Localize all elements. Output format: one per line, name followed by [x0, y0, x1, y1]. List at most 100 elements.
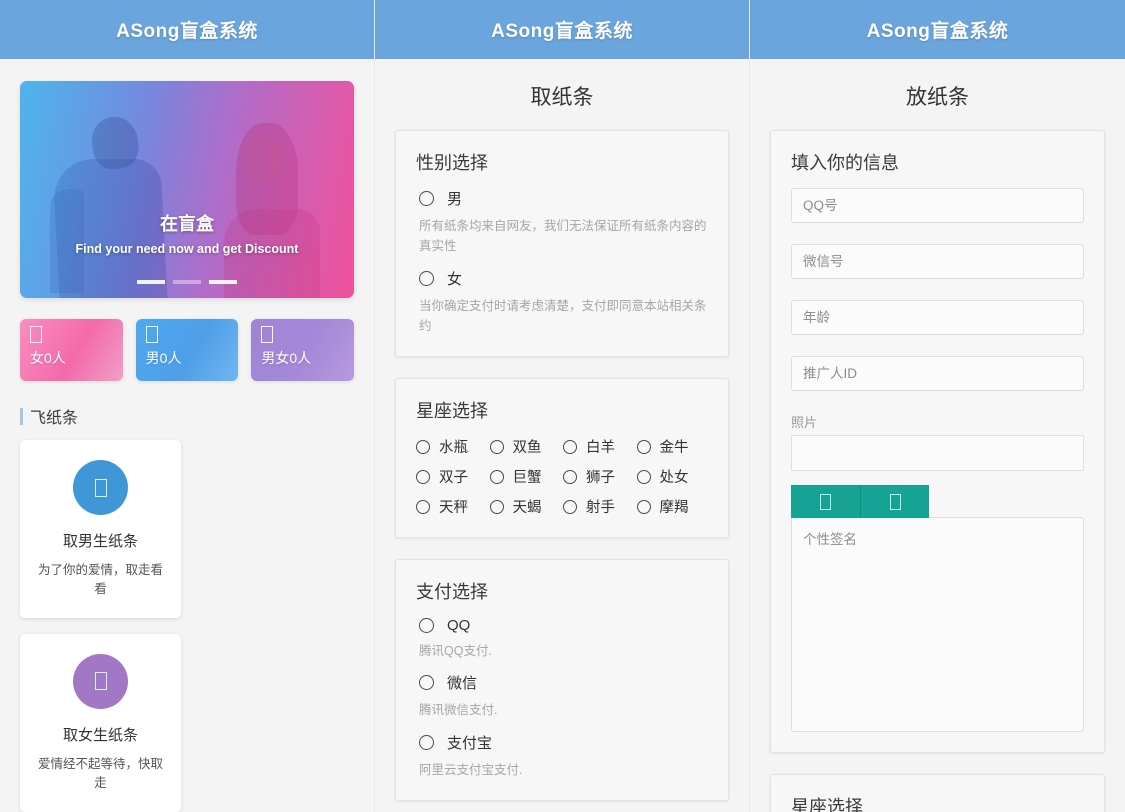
panel-zodiac-select-post: 星座选择 [770, 774, 1105, 812]
app-title: ASong盲盒系统 [866, 21, 1009, 42]
photo-upload-button[interactable] [860, 485, 929, 518]
radio-label: 女 [447, 270, 463, 288]
pane-body-right: 放纸条 填入你的信息 照片 [750, 59, 1125, 812]
radio-option-female[interactable]: 女 [419, 268, 708, 289]
pane-home: ASong盲盒系统 在盲盒 Find your need now and get… [0, 0, 375, 812]
card-desc: 爱情经不起等待，快取走 [37, 756, 163, 791]
zodiac-option[interactable]: 天蝎 [489, 496, 562, 517]
radio-label: QQ [447, 617, 471, 634]
card-take-male-note[interactable]: 取男生纸条 为了你的爱情，取走看看 [20, 440, 181, 618]
radio-option-qq[interactable]: QQ [419, 617, 708, 634]
radio-icon[interactable] [416, 499, 430, 514]
zodiac-option[interactable]: 金牛 [636, 436, 709, 457]
zodiac-option[interactable]: 摩羯 [636, 496, 709, 517]
helper-text-alipay: 阿里云支付宝支付. [419, 762, 523, 777]
photo-action-buttons [791, 485, 1084, 518]
hero-subtitle: Find your need now and get Discount [75, 242, 299, 256]
panel-title: 性别选择 [416, 153, 488, 173]
zodiac-label: 狮子 [586, 470, 615, 486]
panel-zodiac-select: 星座选择 水瓶 双鱼 白羊 金牛 双子 巨蟹 狮子 处女 天秤 天蝎 射手 摩羯 [395, 378, 729, 538]
panel-title: 支付选择 [416, 582, 488, 602]
zodiac-option[interactable]: 射手 [563, 496, 635, 517]
section-title-label: 飞纸条 [30, 410, 79, 427]
zodiac-label: 处女 [659, 470, 689, 486]
hero-carousel[interactable]: 在盲盒 Find your need now and get Discount [0, 59, 374, 298]
zodiac-option[interactable]: 白羊 [563, 436, 635, 457]
radio-icon[interactable] [419, 270, 434, 286]
panel-gender-select: 性别选择 男 所有纸条均来自网友，我们无法保证所有纸条内容的真实性 女 当你确定… [395, 130, 729, 357]
stat-badge-male[interactable]: 男0人 [135, 319, 239, 381]
zodiac-option[interactable]: 天秤 [416, 496, 488, 517]
pane-post-note: ASong盲盒系统 放纸条 填入你的信息 照片 [750, 0, 1125, 812]
radio-icon[interactable] [419, 675, 434, 691]
carousel-indicators[interactable] [20, 280, 354, 284]
section-title-notes: 飞纸条 [20, 404, 374, 428]
radio-icon[interactable] [636, 439, 651, 454]
app-title: ASong盲盒系统 [116, 21, 258, 42]
zodiac-label: 双鱼 [512, 440, 542, 456]
pane-take-note: ASong盲盒系统 取纸条 性别选择 男 所有纸条均来自网友，我们无法保证所有纸… [375, 0, 750, 812]
radio-icon[interactable] [636, 469, 651, 484]
radio-option-wechat[interactable]: 微信 [419, 672, 708, 693]
radio-option-alipay[interactable]: 支付宝 [419, 732, 708, 753]
radio-icon[interactable] [489, 469, 504, 484]
zodiac-option[interactable]: 处女 [636, 466, 709, 487]
panel-title: 星座选择 [416, 401, 488, 421]
radio-icon[interactable] [563, 469, 577, 484]
zodiac-label: 巨蟹 [512, 470, 542, 486]
tofu-icon [94, 478, 107, 497]
radio-icon[interactable] [419, 734, 434, 750]
carousel-indicator-1[interactable] [137, 280, 165, 284]
zodiac-option[interactable]: 狮子 [563, 466, 635, 487]
page-title-take-note: 取纸条 [530, 86, 594, 109]
photo-select-button[interactable] [791, 485, 860, 518]
radio-icon[interactable] [416, 439, 430, 454]
promoter-id-input[interactable] [791, 356, 1084, 391]
radio-label: 男 [447, 191, 463, 208]
stat-badge-female-label: 女0人 [30, 350, 66, 366]
card-icon-circle [73, 653, 128, 709]
zodiac-label: 白羊 [586, 440, 615, 456]
radio-icon[interactable] [489, 499, 504, 514]
wechat-input[interactable] [791, 244, 1084, 279]
app-header-right: ASong盲盒系统 [750, 0, 1125, 59]
photo-field-label: 照片 [791, 415, 818, 430]
tofu-icon [145, 326, 158, 343]
zodiac-option[interactable]: 水瓶 [416, 436, 488, 457]
age-input[interactable] [791, 300, 1084, 335]
zodiac-option[interactable]: 巨蟹 [489, 466, 562, 487]
stat-badge-female[interactable]: 女0人 [20, 319, 123, 381]
zodiac-label: 射手 [586, 500, 615, 516]
zodiac-option[interactable]: 双子 [416, 466, 488, 487]
radio-icon[interactable] [419, 191, 434, 206]
radio-label: 支付宝 [447, 734, 493, 752]
zodiac-label: 水瓶 [439, 440, 468, 456]
qq-input[interactable] [791, 188, 1084, 223]
tofu-icon [94, 672, 107, 691]
photo-upload-box[interactable] [791, 435, 1084, 471]
stat-badge-all[interactable]: 男女0人 [251, 319, 355, 381]
radio-icon[interactable] [563, 439, 577, 454]
radio-icon[interactable] [489, 439, 504, 454]
hero-slide[interactable]: 在盲盒 Find your need now and get Discount [20, 81, 354, 298]
helper-text-female: 当你确定支付时请考虑清楚，支付即同意本站相关条约 [419, 298, 707, 333]
radio-icon[interactable] [636, 499, 651, 514]
tofu-icon [889, 493, 901, 510]
card-take-female-note[interactable]: 取女生纸条 爱情经不起等待，快取走 [20, 633, 181, 812]
signature-textarea[interactable] [791, 517, 1084, 732]
card-title: 取男生纸条 [62, 533, 138, 550]
carousel-indicator-2[interactable] [173, 280, 201, 284]
radio-icon[interactable] [419, 618, 434, 633]
carousel-indicator-3[interactable] [209, 280, 237, 284]
hero-caption: 在盲盒 Find your need now and get Discount [20, 210, 354, 256]
zodiac-option[interactable]: 双鱼 [489, 436, 562, 457]
radio-option-male[interactable]: 男 [419, 188, 708, 209]
zodiac-label: 天秤 [439, 500, 468, 516]
radio-icon[interactable] [563, 499, 577, 514]
card-icon-circle [73, 460, 128, 515]
zodiac-label: 金牛 [659, 440, 689, 456]
stat-badge-male-label: 男0人 [145, 350, 182, 366]
zodiac-grid: 水瓶 双鱼 白羊 金牛 双子 巨蟹 狮子 处女 天秤 天蝎 射手 摩羯 [416, 436, 708, 517]
helper-text-male: 所有纸条均来自网友，我们无法保证所有纸条内容的真实性 [419, 219, 707, 254]
radio-icon[interactable] [416, 469, 430, 484]
